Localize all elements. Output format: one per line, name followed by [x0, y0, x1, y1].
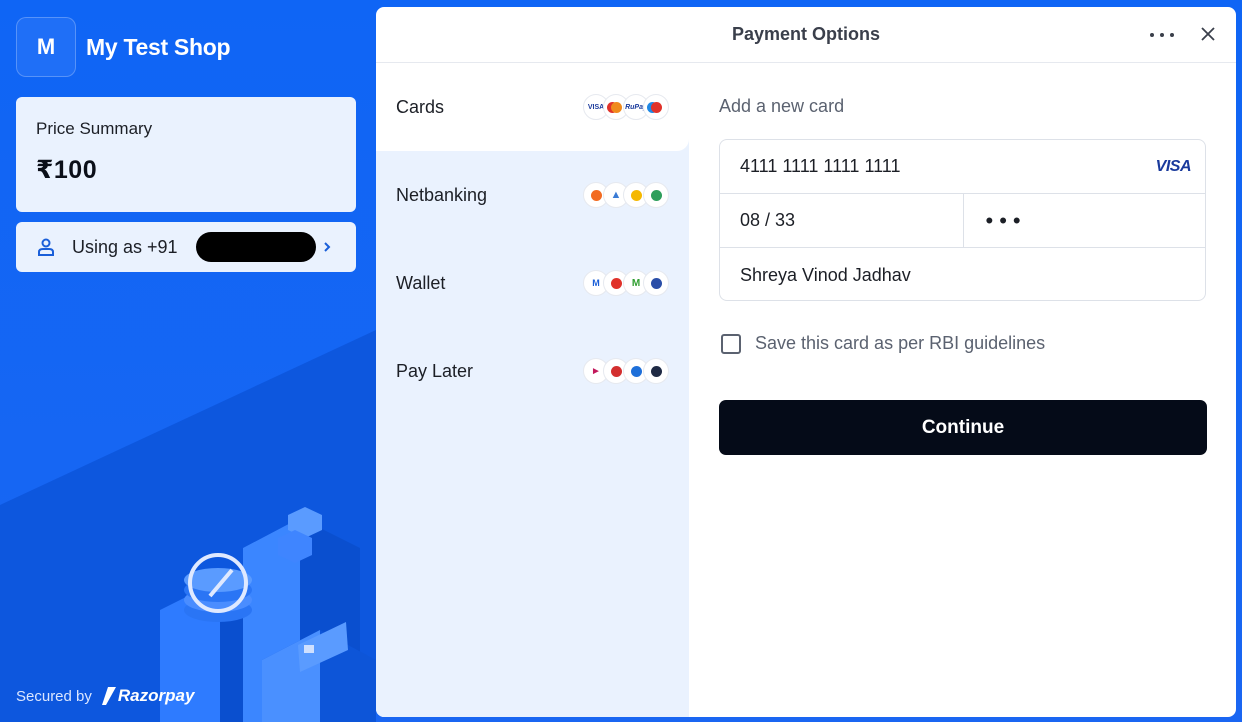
- method-icons: ▲: [583, 182, 669, 208]
- freecharge-icon: [643, 270, 669, 296]
- card-form-area: Add a new card 4111 1111 1111 1111 VISA …: [719, 63, 1207, 455]
- sbi-icon: [643, 182, 669, 208]
- secured-by-footer: Secured by Razorpay: [16, 686, 194, 706]
- method-cards[interactable]: Cards VISA RuPay: [376, 63, 689, 151]
- method-netbanking[interactable]: Netbanking ▲: [376, 151, 689, 239]
- merchant-logo: M: [16, 17, 76, 77]
- modal-header: Payment Options: [376, 7, 1236, 63]
- modal-title: Payment Options: [731, 24, 881, 44]
- secured-label: Secured by: [16, 687, 92, 705]
- user-icon: [38, 238, 54, 256]
- expiry-cvv-row: 08 / 33 •••: [720, 194, 1205, 248]
- method-label: Pay Later: [396, 360, 474, 381]
- expiry-input[interactable]: 08 / 33: [720, 210, 795, 231]
- more-icon-dot: [1170, 33, 1174, 37]
- user-contact-button[interactable]: Using as +91: [16, 222, 356, 272]
- chevron-right-icon: [324, 242, 331, 252]
- redacted-phone: [196, 232, 316, 262]
- maestro-icon: [643, 94, 669, 120]
- method-wallet[interactable]: Wallet M M: [376, 239, 689, 327]
- lazypay-icon: [643, 358, 669, 384]
- razorpay-brand: Razorpay: [117, 686, 195, 705]
- method-icons: VISA RuPay: [583, 94, 669, 120]
- close-icon[interactable]: [1200, 26, 1216, 42]
- visa-icon: VISA: [1155, 157, 1192, 175]
- continue-button[interactable]: Continue: [719, 400, 1207, 455]
- price-summary-label: Price Summary: [36, 119, 153, 138]
- user-contact-label: Using as +91: [72, 236, 178, 257]
- cvv-field[interactable]: •••: [962, 194, 1206, 247]
- cvv-input[interactable]: •••: [964, 208, 1027, 234]
- payment-methods-list: Cards VISA RuPay Netbanking ▲ Wallet M M…: [376, 63, 689, 717]
- cardholder-name-row: Shreya Vinod Jadhav: [720, 248, 1205, 302]
- save-card-label: Save this card as per RBI guidelines: [755, 333, 1046, 353]
- card-number-input[interactable]: 4111 1111 1111 1111: [720, 156, 900, 177]
- price-summary-card: Price Summary ₹100: [16, 97, 356, 212]
- method-icons: ►: [583, 358, 669, 384]
- method-icons: M M: [583, 270, 669, 296]
- form-heading: Add a new card: [719, 96, 845, 116]
- merchant-name: My Test Shop: [86, 33, 231, 60]
- save-card-option[interactable]: Save this card as per RBI guidelines: [721, 333, 1207, 354]
- method-label: Wallet: [396, 272, 446, 293]
- expiry-field[interactable]: 08 / 33: [720, 194, 963, 247]
- razorpay-mark-icon: [101, 687, 116, 705]
- merchant-header: M My Test Shop: [16, 17, 231, 77]
- more-options-button[interactable]: [1150, 25, 1174, 45]
- method-label: Netbanking: [396, 184, 488, 205]
- more-icon-dot: [1160, 33, 1164, 37]
- more-icon-dot: [1150, 33, 1154, 37]
- payment-modal: Payment Options Cards VISA RuPay Netbank…: [376, 7, 1236, 717]
- save-card-checkbox[interactable]: [721, 333, 741, 354]
- card-number-row: 4111 1111 1111 1111 VISA: [720, 140, 1205, 194]
- method-label: Cards: [396, 96, 445, 117]
- cardholder-name-input[interactable]: Shreya Vinod Jadhav: [720, 265, 911, 286]
- razorpay-logo: Razorpay: [101, 686, 195, 706]
- card-form: 4111 1111 1111 1111 VISA 08 / 33 ••• Shr…: [719, 139, 1206, 301]
- method-pay-later[interactable]: Pay Later ►: [376, 327, 689, 415]
- price-amount: ₹100: [36, 156, 98, 184]
